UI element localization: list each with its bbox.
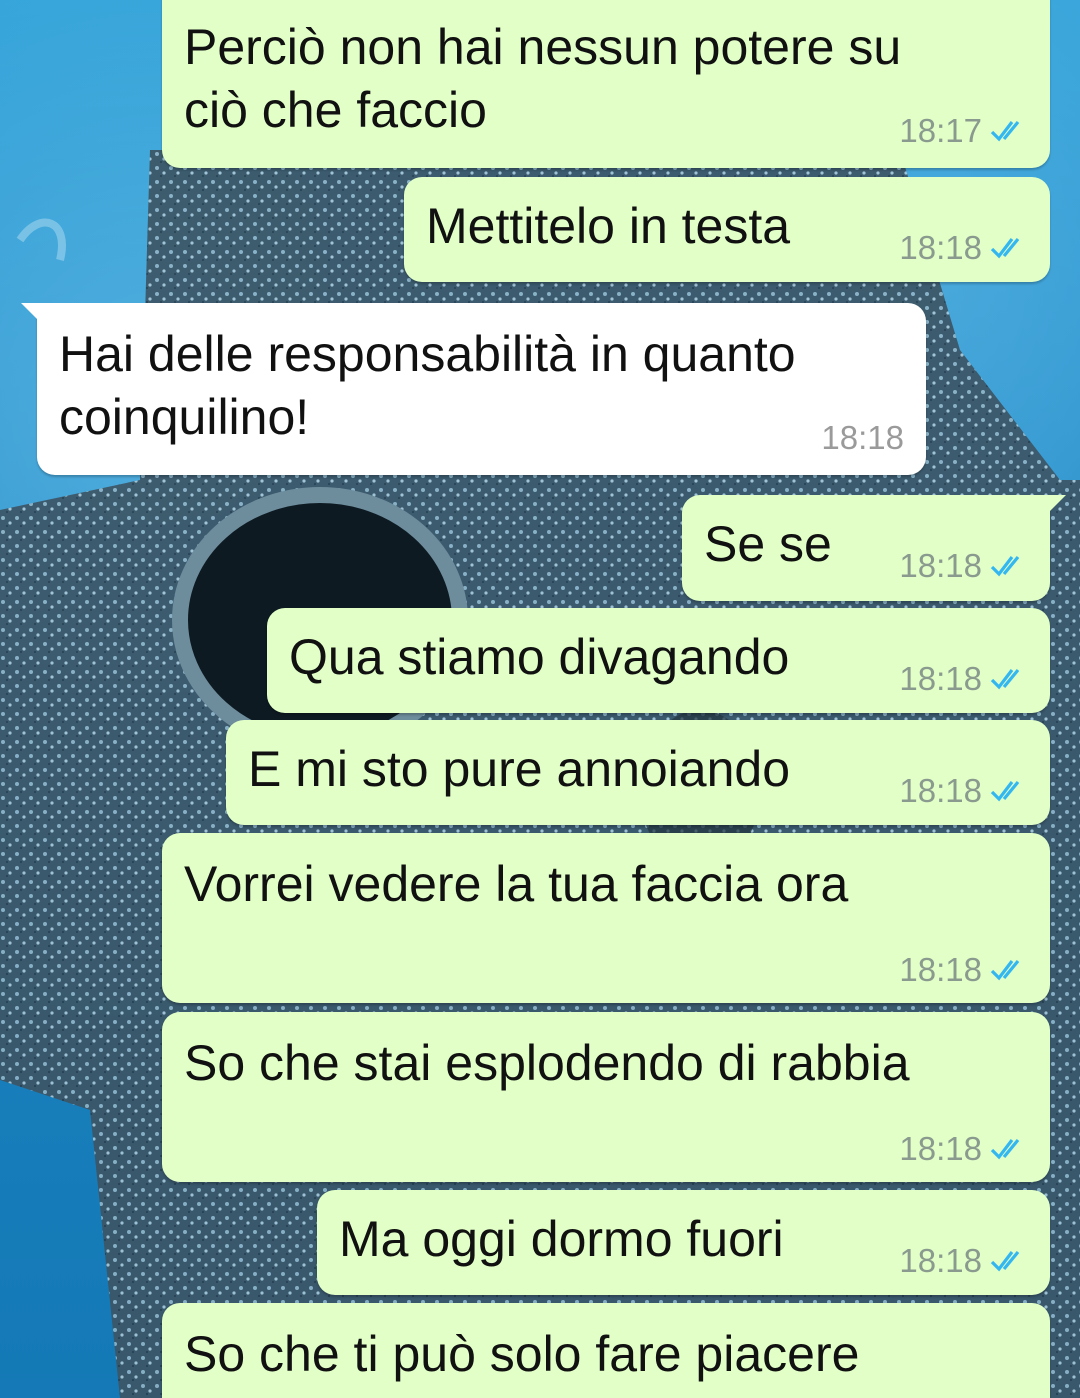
message-time: 18:18 <box>821 419 904 456</box>
message-bubble-outgoing[interactable]: Qua stiamo divagando 18:18 <box>267 608 1050 713</box>
double-check-icon <box>990 555 1020 577</box>
message-text: Hai delle responsabilità in quanto <box>59 326 796 382</box>
message-bubble-outgoing[interactable]: Perciò non hai nessun potere su ciò che … <box>162 0 1050 168</box>
message-meta: 18:18 <box>899 772 1028 810</box>
message-text: Mettitelo in testa <box>426 198 791 254</box>
message-time: 18:18 <box>899 772 982 809</box>
message-time: 18:18 <box>899 951 982 988</box>
message-time: 18:18 <box>899 1130 982 1167</box>
message-meta: 18:18 <box>899 1242 1028 1280</box>
double-check-icon <box>990 237 1020 259</box>
message-meta: 18:18 <box>899 547 1028 585</box>
message-text: Ma oggi dormo fuori <box>339 1211 784 1267</box>
message-text: E mi sto pure annoiando <box>248 741 791 797</box>
double-check-icon <box>990 668 1020 690</box>
message-meta: 18:18 <box>899 1130 1028 1168</box>
message-bubble-outgoing[interactable]: So che ti può solo fare piacere <box>162 1303 1050 1398</box>
message-text: ciò che faccio <box>184 82 487 138</box>
message-text: Perciò non hai nessun potere su <box>184 19 902 75</box>
double-check-icon <box>990 1250 1020 1272</box>
message-meta: 18:18 <box>899 229 1028 267</box>
message-bubble-outgoing[interactable]: So che stai esplodendo di rabbia 18:18 <box>162 1012 1050 1182</box>
message-bubble-outgoing[interactable]: E mi sto pure annoiando 18:18 <box>226 720 1050 825</box>
message-time: 18:18 <box>899 1242 982 1279</box>
message-bubble-outgoing[interactable]: Mettitelo in testa 18:18 <box>404 177 1050 282</box>
message-meta: 18:18 <box>899 660 1028 698</box>
message-time: 18:18 <box>899 660 982 697</box>
message-time: 18:18 <box>899 547 982 584</box>
message-bubble-incoming[interactable]: Hai delle responsabilità in quanto coinq… <box>21 303 926 475</box>
message-text: So che ti può solo fare piacere <box>184 1326 860 1382</box>
double-check-icon <box>990 120 1020 142</box>
message-text: Se se <box>704 516 832 572</box>
double-check-icon <box>990 959 1020 981</box>
message-bubble-outgoing[interactable]: Vorrei vedere la tua faccia ora 18:18 <box>162 833 1050 1003</box>
double-check-icon <box>990 1138 1020 1160</box>
message-bubble-outgoing[interactable]: Ma oggi dormo fuori 18:18 <box>317 1190 1050 1295</box>
message-meta: 18:18 <box>821 419 904 457</box>
message-time: 18:17 <box>899 112 982 149</box>
message-meta: 18:17 <box>899 112 1028 150</box>
message-text: coinquilino! <box>59 389 310 445</box>
message-meta: 18:18 <box>899 951 1028 989</box>
message-bubble-outgoing[interactable]: Se se 18:18 <box>682 495 1066 601</box>
double-check-icon <box>990 780 1020 802</box>
message-text: So che stai esplodendo di rabbia <box>184 1035 910 1091</box>
message-text: Qua stiamo divagando <box>289 629 790 685</box>
message-text: Vorrei vedere la tua faccia ora <box>184 856 849 912</box>
message-time: 18:18 <box>899 229 982 266</box>
